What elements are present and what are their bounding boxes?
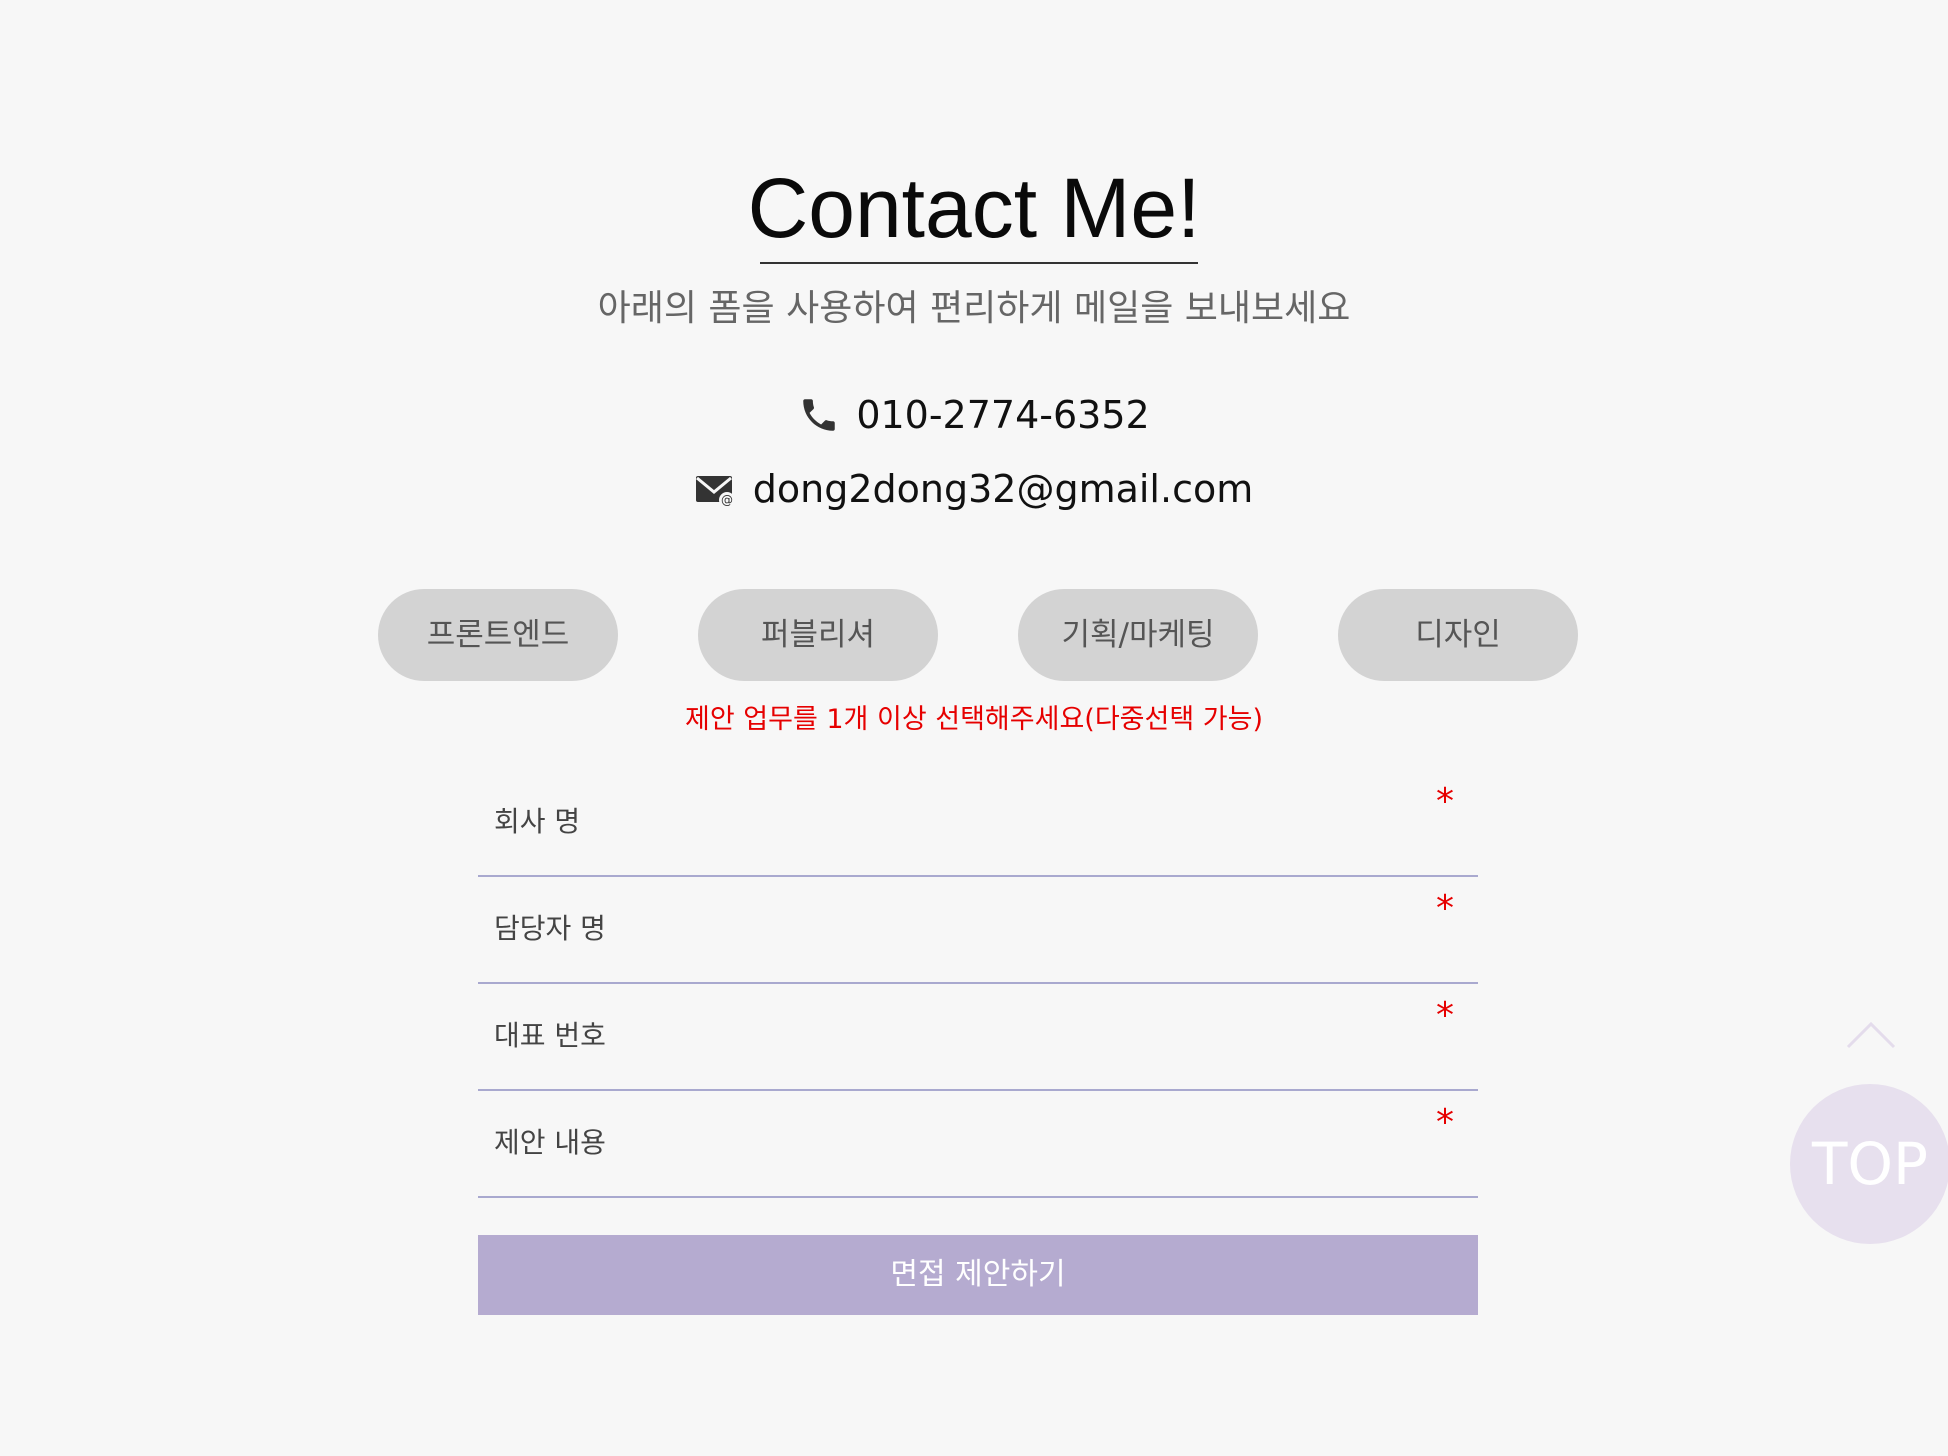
selection-warning: 제안 업무를 1개 이상 선택해주세요(다중선택 가능) [685, 704, 1263, 735]
required-mark: * [1436, 995, 1454, 1036]
contact-phone-row: 010-2774-6352 [0, 390, 1948, 448]
contact-person-label: 담당자 명 [494, 912, 606, 945]
contact-person-field[interactable]: 담당자 명 * [478, 877, 1478, 984]
required-mark: * [1436, 888, 1454, 929]
mail-icon: @ [695, 468, 737, 510]
chip-publisher[interactable]: 퍼블리셔 [698, 589, 938, 681]
email-address[interactable]: dong2dong32@gmail.com [753, 464, 1253, 514]
chip-design[interactable]: 디자인 [1338, 589, 1578, 681]
contact-email-row: @ dong2dong32@gmail.com [0, 464, 1948, 522]
title-underline [760, 262, 1198, 264]
company-name-label: 회사 명 [494, 805, 581, 838]
phone-number-field[interactable]: 대표 번호 * [478, 984, 1478, 1091]
phone-number-label: 대표 번호 [494, 1019, 606, 1052]
submit-button[interactable]: 면접 제안하기 [478, 1235, 1478, 1315]
chevron-up-icon[interactable] [1846, 1020, 1896, 1050]
proposal-content-field[interactable]: 제안 내용 * [478, 1091, 1478, 1198]
proposal-content-label: 제안 내용 [494, 1126, 606, 1159]
required-mark: * [1436, 781, 1454, 822]
required-mark: * [1436, 1102, 1454, 1143]
phone-icon [798, 394, 840, 436]
phone-number[interactable]: 010-2774-6352 [856, 390, 1149, 440]
category-chips: 프론트엔드 퍼블리셔 기획/마케팅 디자인 [378, 589, 1578, 681]
contact-form: 회사 명 * 담당자 명 * 대표 번호 * 제안 내용 * [478, 770, 1478, 1198]
chip-planning-marketing[interactable]: 기획/마케팅 [1018, 589, 1258, 681]
chip-frontend[interactable]: 프론트엔드 [378, 589, 618, 681]
page-title: Contact Me! [747, 161, 1201, 255]
page-subtitle: 아래의 폼을 사용하여 편리하게 메일을 보내보세요 [597, 288, 1351, 329]
company-name-field[interactable]: 회사 명 * [478, 770, 1478, 877]
svg-text:@: @ [721, 493, 733, 507]
scroll-top-button[interactable]: TOP [1790, 1084, 1948, 1244]
